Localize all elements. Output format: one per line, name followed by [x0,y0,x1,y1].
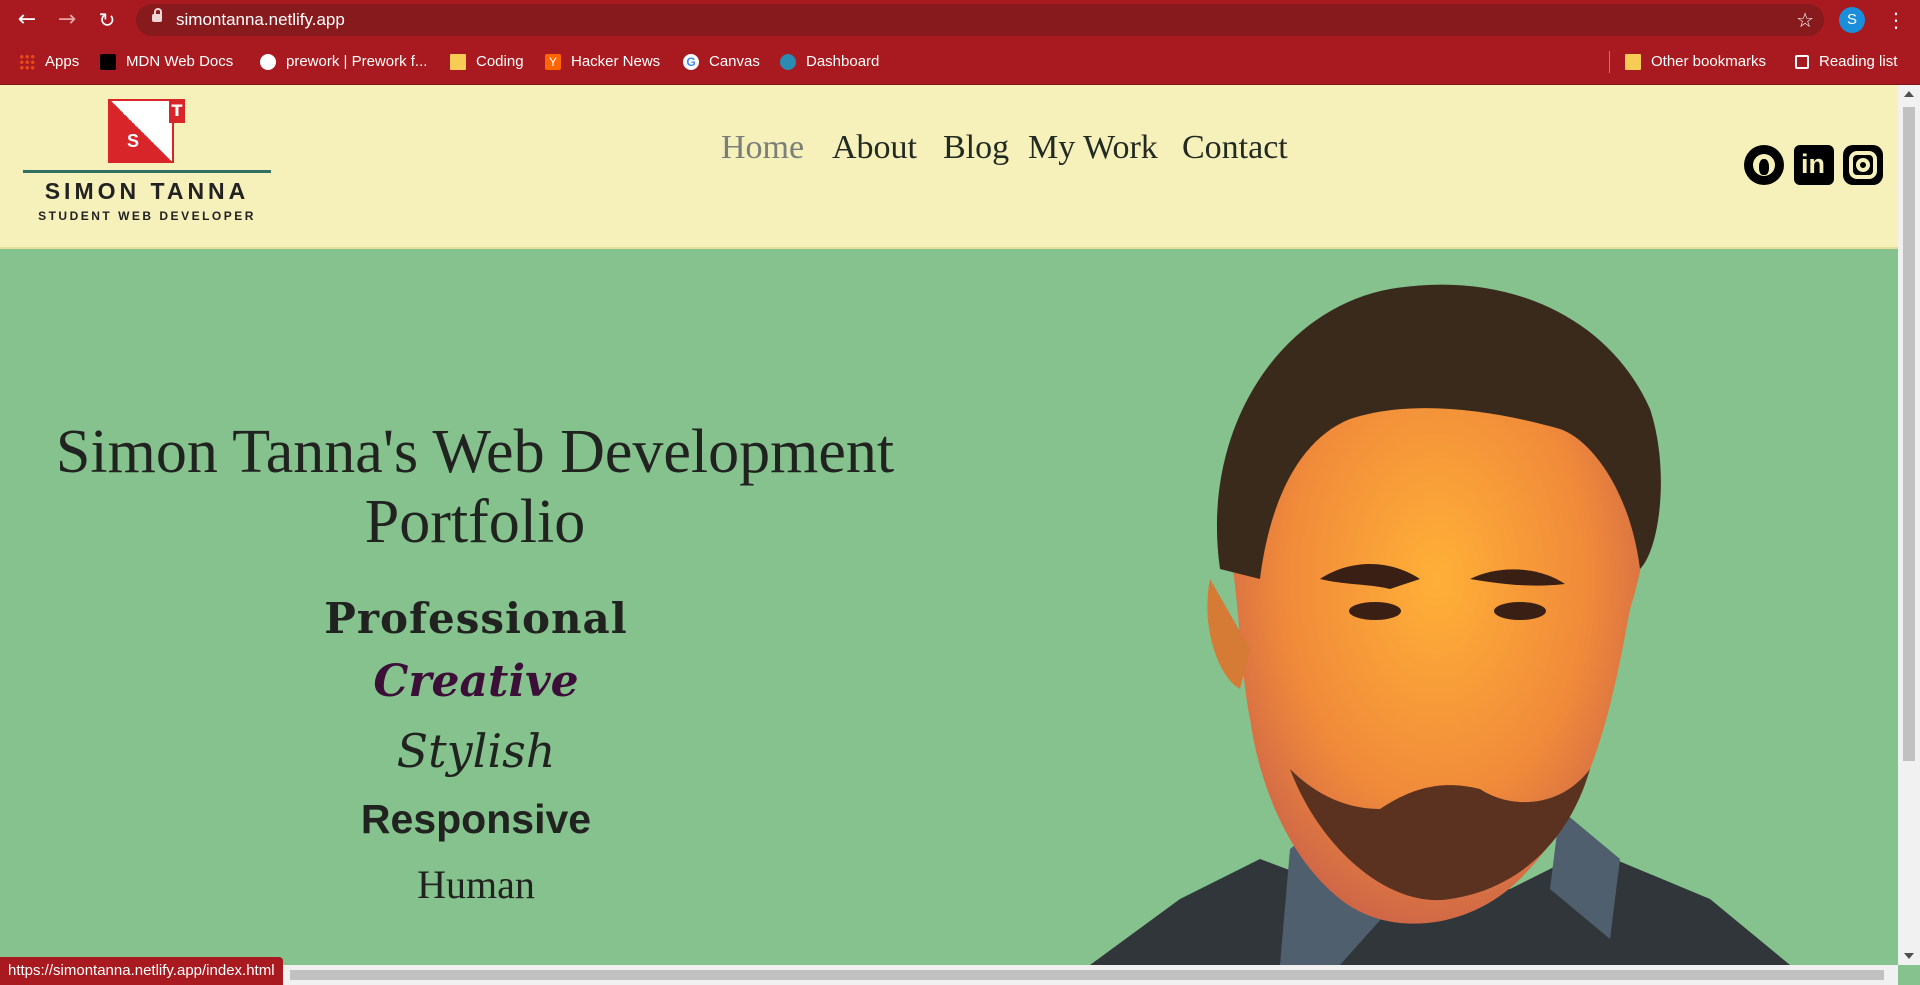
nav-blog[interactable]: Blog [943,123,1009,173]
trait-human: Human [417,862,535,907]
logo-mark [108,99,174,163]
github-icon[interactable] [1744,145,1784,185]
trait-creative: Creative [373,656,579,707]
logo-tagline: STUDENT WEB DEVELOPER [38,209,256,223]
nav-about[interactable]: About [832,123,917,173]
address-bar[interactable]: simontanna.netlify.app ☆ [136,4,1824,36]
lock-icon[interactable] [152,8,162,22]
reading-list-icon [1795,55,1809,70]
nav-home[interactable]: Home [721,123,804,173]
logo-letter-s: S [127,131,140,151]
linkedin-icon[interactable]: in [1794,145,1834,185]
browser-menu-icon[interactable]: ⋮ [1886,6,1906,34]
reload-icon[interactable]: ↻ [93,6,121,34]
site-header: T S SIMON TANNA STUDENT WEB DEVELOPER Ho… [0,85,1898,249]
dashboard-icon [780,54,796,71]
logo-name: SIMON TANNA [44,178,250,204]
other-bookmarks[interactable]: Other bookmarks [1625,40,1766,84]
trait-responsive: Responsive [360,796,592,842]
back-icon[interactable]: ← [13,6,41,34]
status-bar-url: https://simontanna.netlify.app/index.htm… [0,957,283,985]
hacker-news-icon: Y [545,54,561,71]
page-viewport: T S SIMON TANNA STUDENT WEB DEVELOPER Ho… [0,85,1898,965]
apps-grid-icon [19,54,35,71]
scroll-down-icon[interactable] [1904,953,1914,959]
horizontal-scroll-thumb[interactable] [290,970,1884,980]
globe-icon [260,54,276,71]
bookmark-prework[interactable]: prework | Prework f... [260,40,427,84]
page-title: Simon Tanna's Web Development Portfolio [55,418,895,556]
bookmarks-bar: Apps MDN Web Docs prework | Prework f...… [0,40,1920,85]
bookmarks-divider [1609,51,1610,73]
folder-icon [450,54,466,71]
bookmark-mdn[interactable]: MDN Web Docs [100,40,233,84]
nav-contact[interactable]: Contact [1182,123,1288,173]
portrait-image [1090,284,1790,965]
profile-avatar[interactable]: S [1839,7,1865,33]
forward-icon[interactable]: → [53,6,81,34]
google-icon: G [683,54,699,71]
bookmark-canvas[interactable]: G Canvas [683,40,760,84]
logo-letter-t: T [169,99,185,123]
site-logo[interactable]: T S SIMON TANNA STUDENT WEB DEVELOPER [23,99,271,229]
logo-rule [23,170,271,173]
scroll-up-icon[interactable] [1904,91,1914,97]
reading-list[interactable]: Reading list [1795,40,1897,84]
vertical-scroll-thumb[interactable] [1903,107,1915,761]
bookmark-dashboard[interactable]: Dashboard [780,40,879,84]
hero-section: Simon Tanna's Web Development Portfolio … [0,249,1898,965]
instagram-icon[interactable] [1843,145,1883,185]
browser-toolbar: ← → ↻ simontanna.netlify.app ☆ S ⋮ [0,0,1920,40]
trait-professional: Professional [324,594,628,643]
vertical-scrollbar[interactable] [1898,85,1920,965]
bookmark-apps[interactable]: Apps [19,40,79,84]
horizontal-scrollbar[interactable] [0,965,1898,985]
bookmark-star-icon[interactable]: ☆ [1796,4,1814,36]
bookmark-coding[interactable]: Coding [450,40,524,84]
nav-my-work[interactable]: My Work [1028,123,1158,173]
bookmark-hacker-news[interactable]: Y Hacker News [545,40,660,84]
folder-icon [1625,54,1641,71]
mdn-icon [100,54,116,71]
url-text[interactable]: simontanna.netlify.app [176,4,345,36]
trait-stylish: Stylish [396,724,556,778]
